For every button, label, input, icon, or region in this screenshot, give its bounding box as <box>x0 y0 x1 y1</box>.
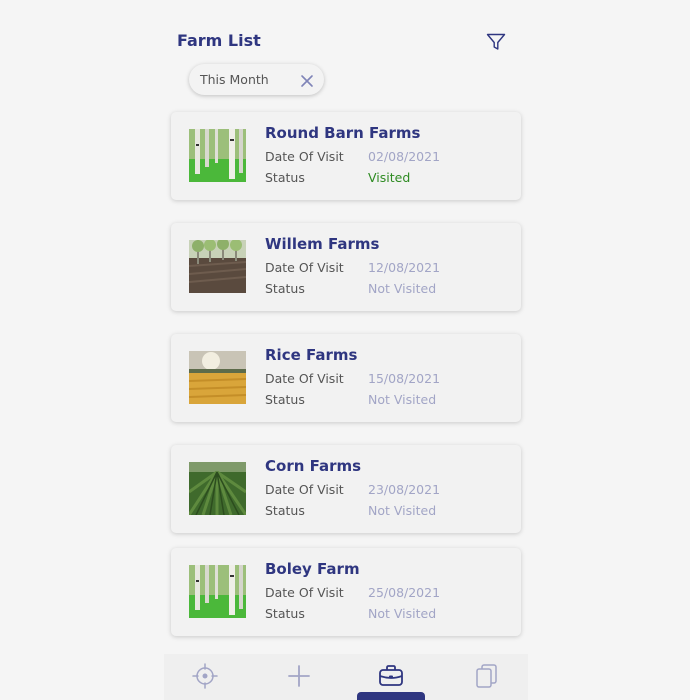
farm-name: Willem Farms <box>265 235 380 253</box>
status-label: Status <box>265 392 305 407</box>
status-value: Not Visited <box>368 392 437 407</box>
active-tab-indicator <box>357 692 425 700</box>
date-of-visit-value: 02/08/2021 <box>368 149 441 164</box>
documents-icon[interactable] <box>472 662 500 690</box>
farm-name: Round Barn Farms <box>265 124 421 142</box>
date-of-visit-value: 23/08/2021 <box>368 482 441 497</box>
date-of-visit-label: Date Of Visit <box>265 149 344 164</box>
farm-name: Rice Farms <box>265 346 358 364</box>
date-of-visit-value: 25/08/2021 <box>368 585 441 600</box>
farm-image <box>189 462 246 515</box>
status-label: Status <box>265 503 305 518</box>
farm-card[interactable]: Willem Farms Date Of Visit 12/08/2021 St… <box>171 223 521 311</box>
farm-card[interactable]: Boley Farm Date Of Visit 25/08/2021 Stat… <box>171 548 521 636</box>
farm-card[interactable]: Rice Farms Date Of Visit 15/08/2021 Stat… <box>171 334 521 422</box>
filter-icon[interactable] <box>485 31 507 53</box>
farm-image <box>189 129 246 182</box>
status-label: Status <box>265 281 305 296</box>
farm-image <box>189 351 246 404</box>
briefcase-icon[interactable] <box>377 662 405 690</box>
farm-name: Corn Farms <box>265 457 362 475</box>
filter-chip[interactable]: This Month <box>189 64 324 95</box>
farm-card[interactable]: Corn Farms Date Of Visit 23/08/2021 Stat… <box>171 445 521 533</box>
status-label: Status <box>265 170 305 185</box>
bottom-nav <box>164 654 528 700</box>
close-icon[interactable] <box>300 73 314 87</box>
date-of-visit-label: Date Of Visit <box>265 260 344 275</box>
date-of-visit-value: 12/08/2021 <box>368 260 441 275</box>
status-label: Status <box>265 606 305 621</box>
farm-name: Boley Farm <box>265 560 360 578</box>
date-of-visit-value: 15/08/2021 <box>368 371 441 386</box>
status-value: Not Visited <box>368 503 437 518</box>
filter-chip-label: This Month <box>200 72 269 87</box>
status-value: Not Visited <box>368 281 437 296</box>
page-title: Farm List <box>177 31 261 50</box>
date-of-visit-label: Date Of Visit <box>265 482 344 497</box>
crosshair-icon[interactable] <box>191 662 219 690</box>
farm-card[interactable]: Round Barn Farms Date Of Visit 02/08/202… <box>171 112 521 200</box>
plus-icon[interactable] <box>285 662 313 690</box>
farm-image <box>189 240 246 293</box>
status-value: Visited <box>368 170 411 185</box>
farm-image <box>189 565 246 618</box>
date-of-visit-label: Date Of Visit <box>265 585 344 600</box>
status-value: Not Visited <box>368 606 437 621</box>
date-of-visit-label: Date Of Visit <box>265 371 344 386</box>
